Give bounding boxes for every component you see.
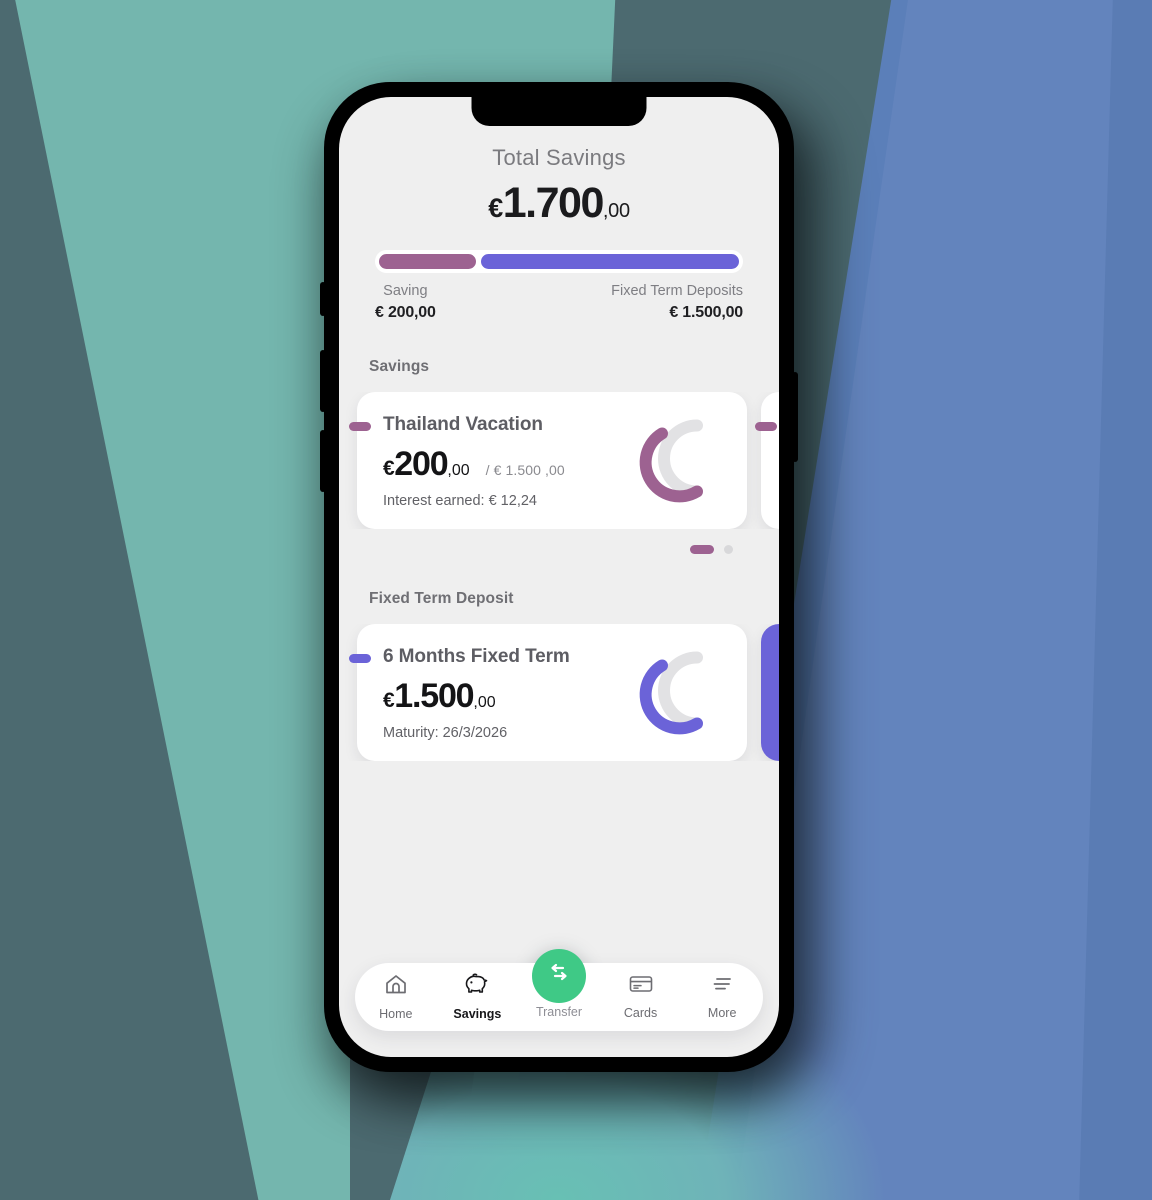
savings-card-amount-minor: ,00	[447, 462, 470, 479]
legend-saving-value: € 200,00	[375, 304, 436, 321]
silent-switch-button[interactable]	[320, 282, 326, 316]
savings-card-peek-next[interactable]	[755, 392, 779, 529]
savings-progress-ring	[635, 411, 721, 510]
deposit-card-peek-next[interactable]	[761, 624, 779, 761]
section-title-fixed-term-deposit: Fixed Term Deposit	[369, 590, 514, 607]
total-savings-label: Total Savings	[492, 145, 626, 170]
nav-item-more[interactable]: More	[681, 974, 763, 1020]
deposit-card-amount-minor: ,00	[473, 694, 496, 711]
total-currency-symbol: €	[488, 193, 503, 223]
deposit-card-amount-major: 1.500	[394, 677, 474, 715]
savings-carousel-pagination	[339, 545, 733, 554]
legend-item-saving: Saving € 200,00	[375, 283, 436, 322]
deposit-card-accent-dash	[349, 654, 371, 663]
phone-frame: Total Savings € 1.700 ,00 Saving € 200,0…	[320, 82, 798, 1072]
legend-deposits-label: Fixed Term Deposits	[611, 283, 743, 299]
savings-app-screen: Total Savings € 1.700 ,00 Saving € 200,0…	[339, 97, 779, 1057]
allocation-bar-deposits-segment[interactable]	[481, 254, 739, 269]
savings-card-accent-dash	[349, 422, 371, 431]
power-button[interactable]	[792, 372, 798, 462]
allocation-bar-savings-segment[interactable]	[379, 254, 477, 269]
allocation-bar	[375, 250, 743, 273]
deposits-carousel[interactable]: 6 Months Fixed Term € 1.500 ,00 Maturity…	[339, 624, 779, 761]
credit-card-icon	[628, 974, 654, 999]
piggy-bank-icon	[464, 973, 490, 1000]
home-icon	[384, 973, 408, 1000]
deposit-progress-ring	[635, 643, 721, 742]
savings-carousel[interactable]: Thailand Vacation € 200 ,00 / € 1.500 ,0…	[339, 392, 779, 529]
phone-notch	[471, 97, 647, 126]
nav-item-savings[interactable]: Savings	[437, 973, 519, 1021]
volume-up-button[interactable]	[320, 350, 326, 412]
allocation-legend: Saving € 200,00 Fixed Term Deposits € 1.…	[375, 283, 743, 322]
phone-screen: Total Savings € 1.700 ,00 Saving € 200,0…	[339, 97, 779, 1057]
nav-label-more: More	[707, 1006, 737, 1020]
legend-saving-label: Saving	[383, 283, 428, 299]
savings-card-thailand-vacation[interactable]: Thailand Vacation € 200 ,00 / € 1.500 ,0…	[349, 392, 747, 529]
savings-card-amount-major: 200	[394, 445, 448, 483]
savings-card-currency: €	[383, 457, 395, 480]
deposit-card-6-months-fixed-term[interactable]: 6 Months Fixed Term € 1.500 ,00 Maturity…	[349, 624, 747, 761]
savings-card-peek-accent-dash	[755, 422, 777, 431]
nav-label-home: Home	[379, 1007, 413, 1021]
nav-label-savings: Savings	[453, 1007, 502, 1021]
legend-item-deposits: Fixed Term Deposits € 1.500,00	[611, 283, 743, 322]
total-amount-major: 1.700	[502, 179, 605, 227]
nav-label-cards: Cards	[623, 1006, 658, 1020]
total-amount-minor: ,00	[602, 200, 630, 222]
total-savings-amount: € 1.700 ,00	[369, 179, 749, 228]
volume-down-button[interactable]	[320, 430, 326, 492]
transfer-fab-button[interactable]	[532, 949, 586, 1003]
transfer-icon	[546, 961, 572, 992]
pagination-dot-inactive[interactable]	[724, 545, 733, 554]
total-savings-summary: Total Savings € 1.700 ,00 Saving € 200,0…	[339, 97, 779, 322]
nav-label-transfer: Transfer	[535, 1005, 583, 1019]
pagination-dot-active[interactable]	[690, 545, 714, 554]
deposit-card-currency: €	[383, 689, 395, 712]
savings-card-goal: / € 1.500 ,00	[485, 462, 565, 478]
more-lines-icon	[709, 974, 735, 999]
nav-item-cards[interactable]: Cards	[600, 974, 682, 1020]
nav-item-home[interactable]: Home	[355, 973, 437, 1021]
section-title-savings: Savings	[369, 358, 430, 375]
legend-deposits-value: € 1.500,00	[669, 304, 743, 321]
